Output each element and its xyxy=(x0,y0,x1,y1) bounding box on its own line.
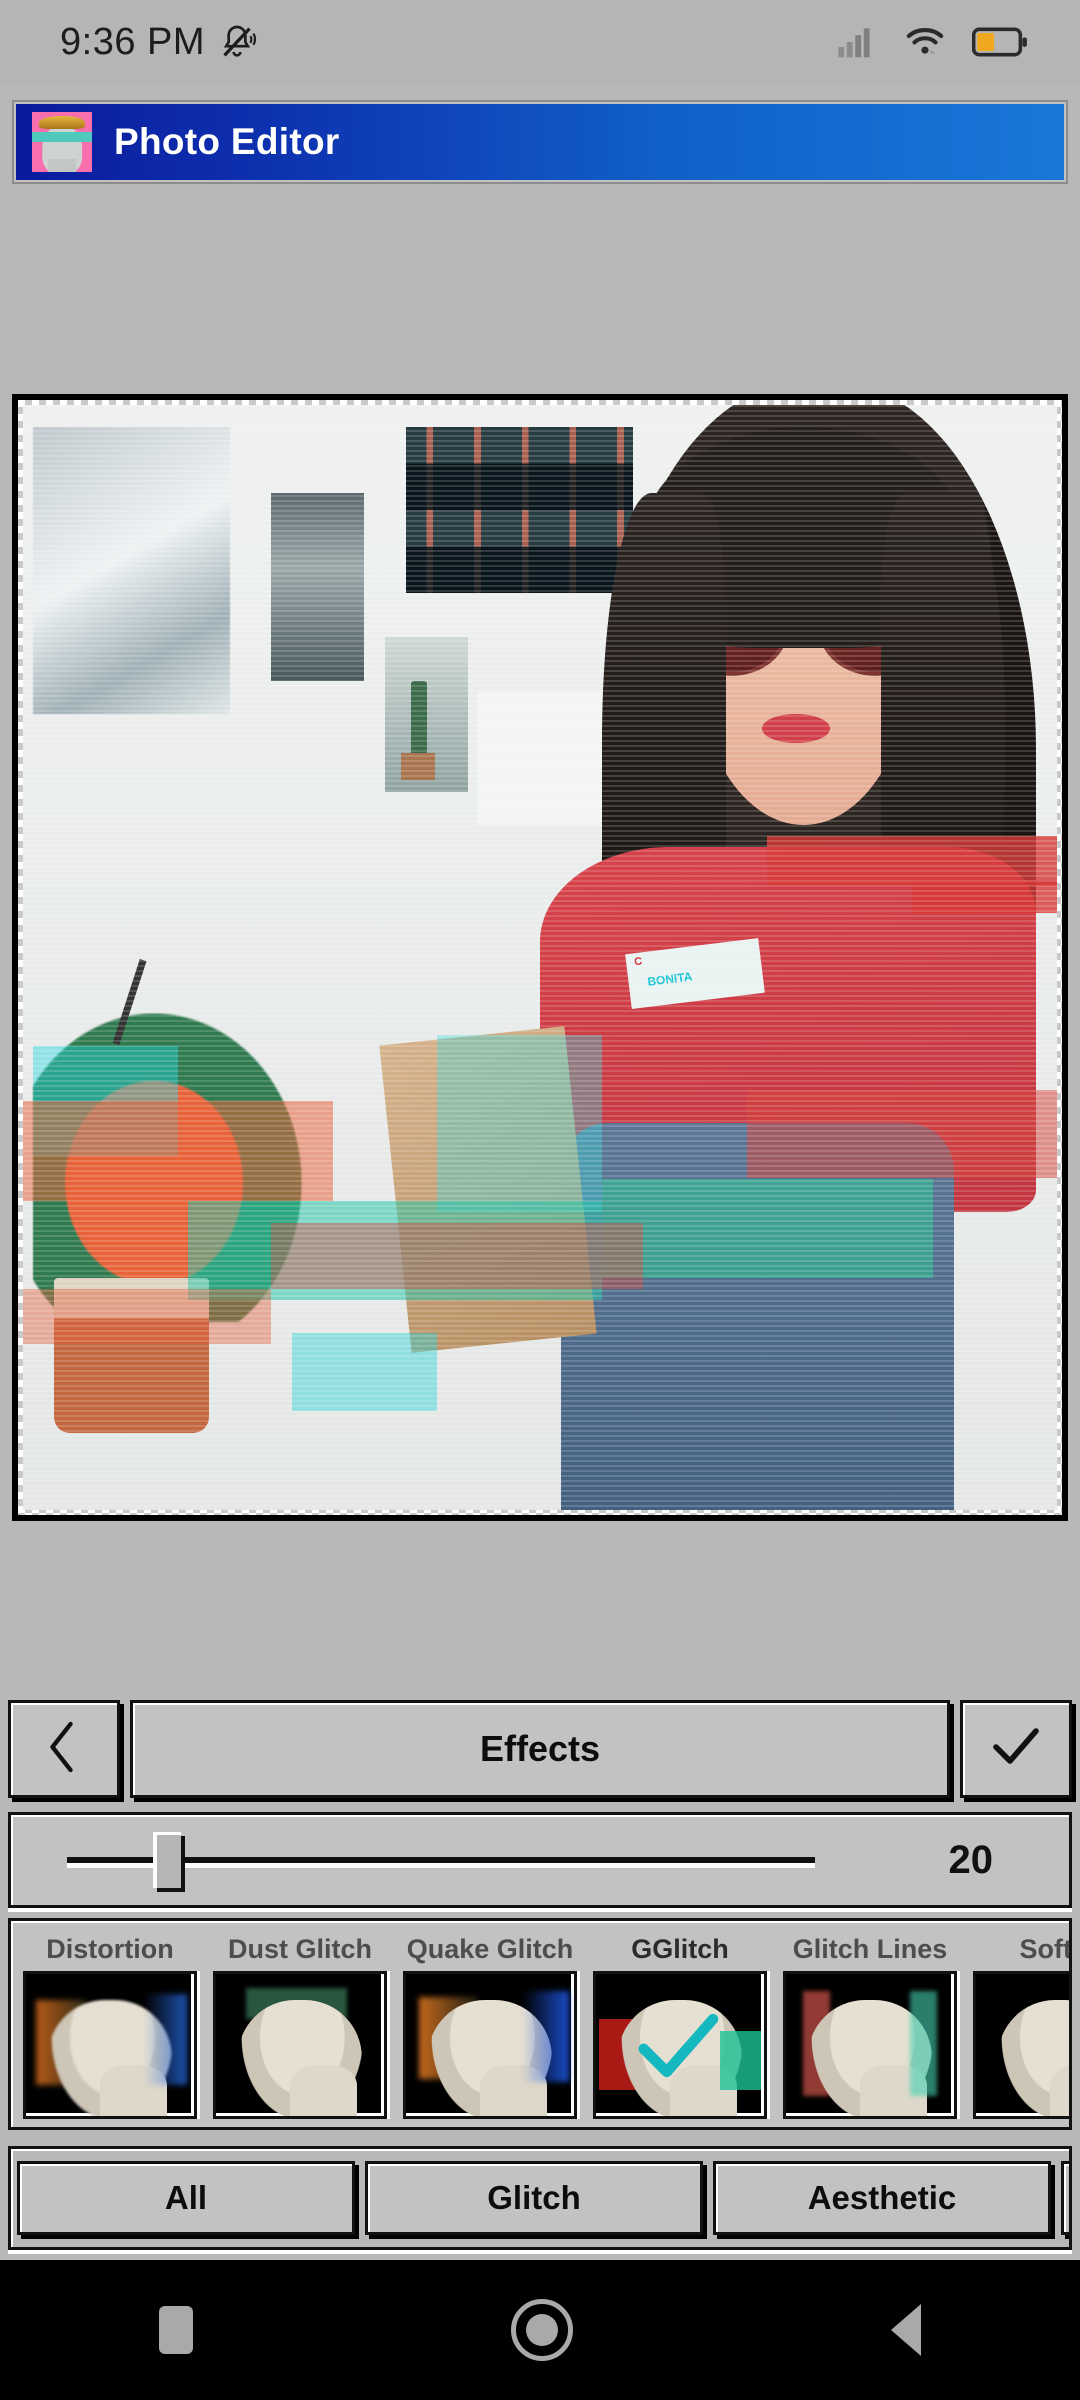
category-tab-aesthetic[interactable]: Aesthetic xyxy=(713,2161,1051,2235)
effect-thumbnail[interactable] xyxy=(403,1971,577,2119)
toolbar-title[interactable]: Effects xyxy=(130,1700,950,1798)
circle-icon[interactable] xyxy=(511,2299,573,2361)
effect-thumbnail[interactable] xyxy=(23,1971,197,2119)
status-bar-clock: 9:36 PM xyxy=(60,20,206,63)
chevron-left-icon xyxy=(44,1719,84,1780)
effect-thumbnail[interactable] xyxy=(973,1971,1069,2119)
category-tab-glitch[interactable]: Glitch xyxy=(365,2161,703,2235)
phone-screen: 9:36 PM Photo Editor C BONITA Effects 20… xyxy=(0,0,1080,2400)
photo-preview-canvas[interactable]: C BONITA xyxy=(12,394,1068,1521)
category-tabs[interactable]: All Glitch Aesthetic xyxy=(8,2146,1072,2250)
effect-item-distortion[interactable]: Distortion xyxy=(15,1927,205,2119)
slider-value: 20 xyxy=(948,1837,994,1882)
wifi-icon xyxy=(904,25,946,59)
battery-icon xyxy=(972,27,1028,57)
status-bar-right xyxy=(836,25,1050,59)
bell-mute-icon xyxy=(217,22,257,62)
effect-thumbnail[interactable] xyxy=(783,1971,957,2119)
square-icon[interactable] xyxy=(159,2306,193,2354)
effect-label: GGlitch xyxy=(631,1934,729,1964)
effect-item-dust-glitch[interactable]: Dust Glitch xyxy=(205,1927,395,2119)
effect-label: Soft G xyxy=(1019,1934,1072,1964)
triangle-back-icon[interactable] xyxy=(891,2304,921,2356)
effects-list[interactable]: Distortion Dust Glitch Quake Glitch GGli… xyxy=(8,1918,1072,2130)
back-button[interactable] xyxy=(8,1700,120,1798)
android-nav-bar xyxy=(0,2260,1080,2400)
effect-intensity-slider-row: 20 xyxy=(8,1812,1072,1908)
category-tab-next-partial[interactable] xyxy=(1061,2161,1069,2235)
effect-intensity-slider[interactable] xyxy=(67,1830,815,1890)
effect-label: Glitch Lines xyxy=(792,1934,948,1964)
status-bar-left: 9:36 PM xyxy=(60,21,257,64)
category-tab-all[interactable]: All xyxy=(17,2161,355,2235)
effects-toolbar: Effects xyxy=(8,1700,1072,1798)
effect-label: Dust Glitch xyxy=(227,1934,372,1964)
effect-label: Distortion xyxy=(46,1934,174,1964)
app-title: Photo Editor xyxy=(114,121,340,162)
effect-item-gglitch[interactable]: GGlitch xyxy=(585,1927,775,2119)
transparency-checker: C BONITA xyxy=(18,400,1062,1515)
effect-item-glitch-lines[interactable]: Glitch Lines xyxy=(775,1927,965,2119)
effect-label: Quake Glitch xyxy=(406,1934,574,1964)
status-bar: 9:36 PM xyxy=(0,0,1080,84)
edited-photo-image: C BONITA xyxy=(23,405,1057,1510)
confirm-button[interactable] xyxy=(960,1700,1072,1798)
check-icon xyxy=(990,1725,1042,1774)
effect-item-quake-glitch[interactable]: Quake Glitch xyxy=(395,1927,585,2119)
effect-item-soft-glitch[interactable]: Soft G xyxy=(965,1927,1072,2119)
app-header: Photo Editor xyxy=(12,100,1068,184)
statue-app-icon xyxy=(32,112,92,172)
effect-thumbnail-selected[interactable] xyxy=(593,1971,767,2119)
selected-check-icon xyxy=(637,2012,723,2083)
slider-thumb[interactable] xyxy=(153,1832,182,1888)
effect-thumbnail[interactable] xyxy=(213,1971,387,2119)
signal-icon xyxy=(836,25,878,59)
